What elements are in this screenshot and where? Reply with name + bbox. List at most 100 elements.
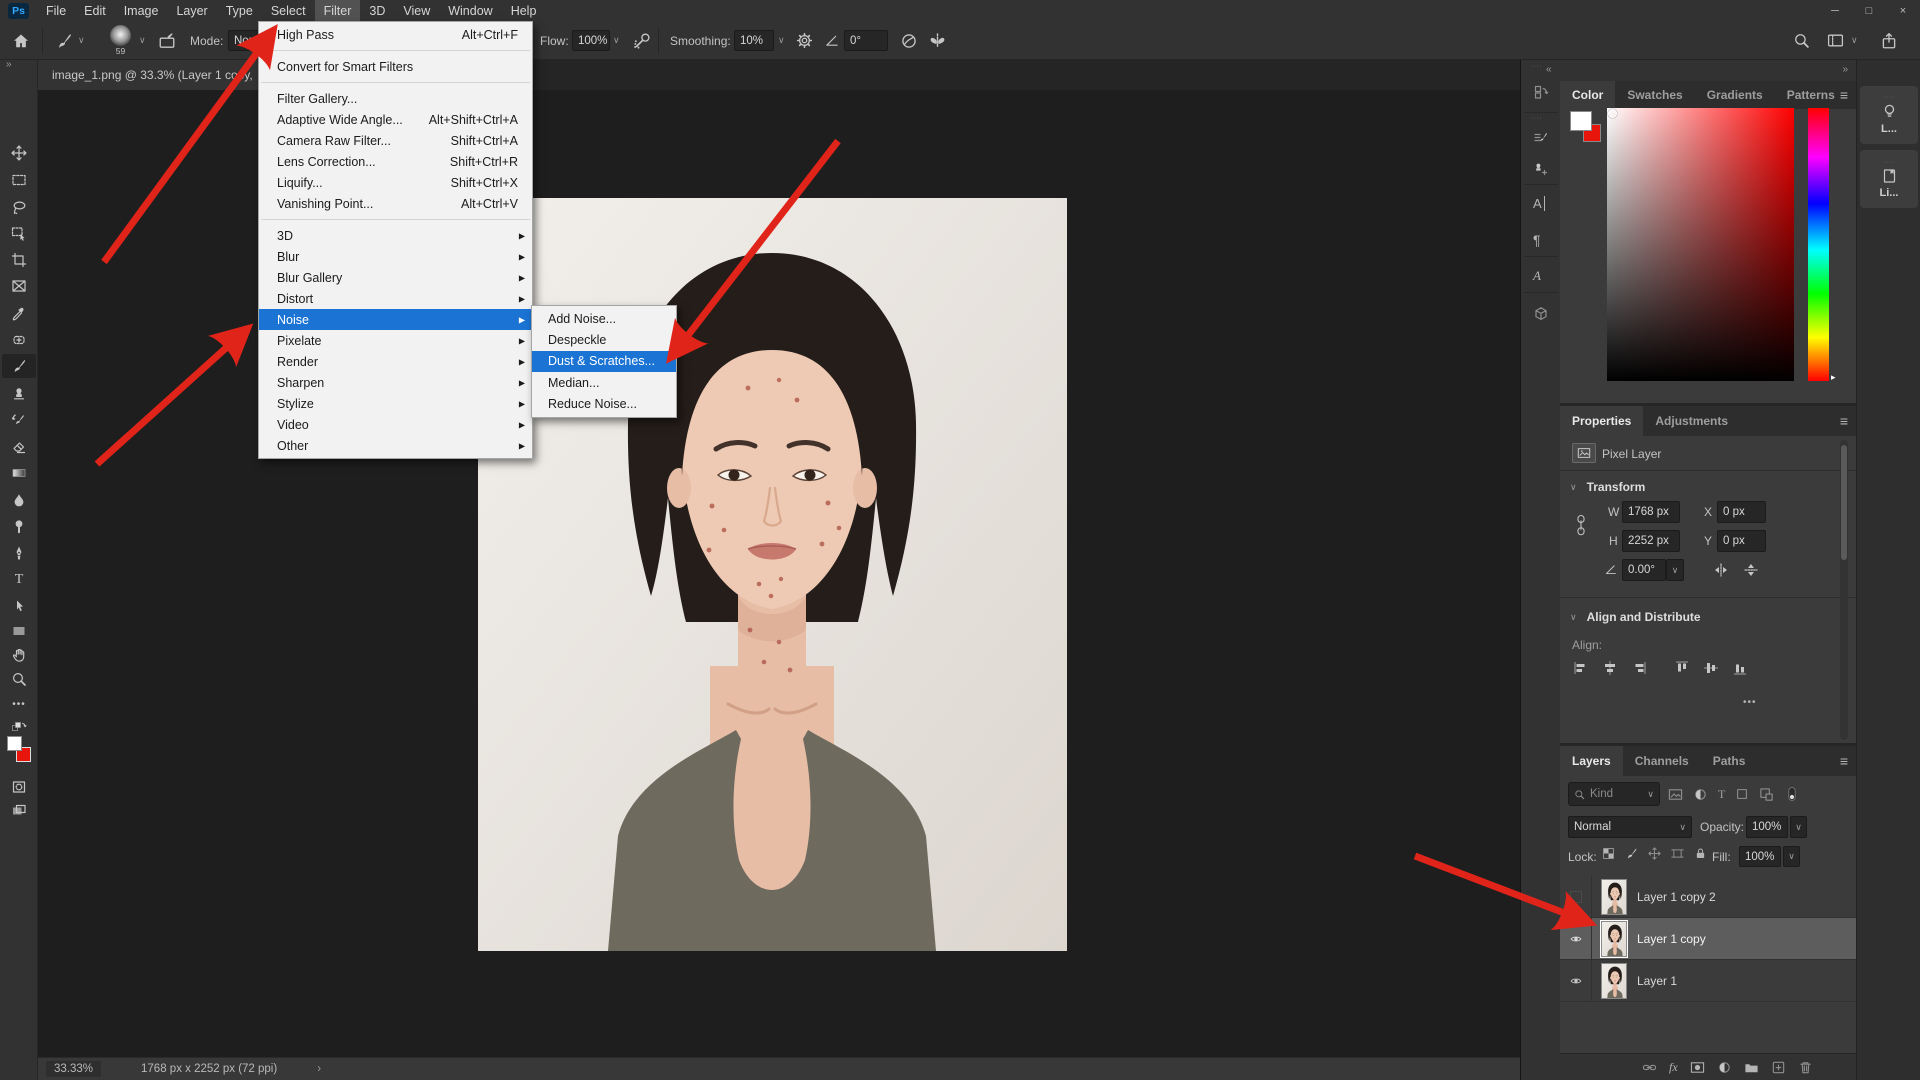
brush-angle[interactable] <box>824 22 839 59</box>
hand-tool[interactable] <box>11 647 27 663</box>
foreground-color-swatch[interactable] <box>7 736 22 751</box>
menu-item-filter-gallery[interactable]: Filter Gallery... <box>259 88 532 109</box>
brush-settings-panel-button[interactable] <box>1533 130 1549 146</box>
menu-item-liquify[interactable]: Liquify...Shift+Ctrl+X <box>259 172 532 193</box>
brush-tool-preset[interactable]: ∨ <box>55 22 85 59</box>
tab-layers[interactable]: Layers <box>1560 746 1623 776</box>
visibility-toggle[interactable] <box>1560 918 1592 960</box>
new-layer-icon[interactable] <box>1771 1060 1786 1075</box>
menu-item-sharpen[interactable]: Sharpen▶ <box>259 372 532 393</box>
smoothing-input[interactable]: 10% <box>734 30 774 51</box>
zoom-tool[interactable] <box>11 671 27 687</box>
brush-size-picker[interactable]: 59 <box>110 22 131 59</box>
lock-all-icon[interactable] <box>1694 847 1707 860</box>
layer-row-selected[interactable]: Layer 1 copy <box>1560 918 1856 960</box>
toolbar-expand-icon[interactable]: » <box>6 59 12 70</box>
smoothing-chevron[interactable]: ∨ <box>778 22 785 59</box>
filter-image-icon[interactable] <box>1668 787 1683 802</box>
submenu-item-despeckle[interactable]: Despeckle <box>532 329 676 350</box>
menu-item-other[interactable]: Other▶ <box>259 435 532 456</box>
menu-item-3d[interactable]: 3D▶ <box>259 225 532 246</box>
menu-item-noise[interactable]: Noise▶ <box>259 309 532 330</box>
3d-panel-button[interactable] <box>1533 306 1549 322</box>
menu-item-video[interactable]: Video▶ <box>259 414 532 435</box>
menu-item-high-pass[interactable]: High PassAlt+Ctrl+F <box>259 24 532 45</box>
menu-help[interactable]: Help <box>502 0 546 22</box>
menu-edit[interactable]: Edit <box>75 0 115 22</box>
lock-position-icon[interactable] <box>1648 847 1661 860</box>
align-left-icon[interactable] <box>1573 660 1589 676</box>
crop-tool[interactable] <box>11 252 27 268</box>
eyedropper-tool[interactable] <box>11 305 27 321</box>
submenu-item-dust-and-scratches[interactable]: Dust & Scratches... <box>532 351 676 372</box>
align-middle-vertical-icon[interactable] <box>1703 660 1719 676</box>
search-button[interactable] <box>1793 22 1810 59</box>
minimize-button[interactable]: ─ <box>1818 0 1852 22</box>
healing-brush-tool[interactable] <box>11 332 27 348</box>
menu-item-camera-raw-filter[interactable]: Camera Raw Filter...Shift+Ctrl+A <box>259 130 532 151</box>
filter-smart-object-icon[interactable] <box>1759 787 1774 802</box>
history-brush-tool[interactable] <box>11 412 27 428</box>
menu-file[interactable]: File <box>37 0 75 22</box>
opacity-input[interactable]: 100% <box>1746 816 1788 838</box>
menu-image[interactable]: Image <box>115 0 168 22</box>
layer-filter-search[interactable]: Kind ∨ <box>1568 782 1660 806</box>
menu-layer[interactable]: Layer <box>167 0 216 22</box>
tab-paths[interactable]: Paths <box>1701 746 1758 776</box>
tab-swatches[interactable]: Swatches <box>1615 81 1694 109</box>
clone-source-panel-button[interactable] <box>1533 160 1549 176</box>
document-tab[interactable]: image_1.png @ 33.3% (Layer 1 copy, <box>38 60 268 90</box>
align-right-icon[interactable] <box>1631 660 1647 676</box>
menu-window[interactable]: Window <box>439 0 501 22</box>
layer-effects-icon[interactable]: fx <box>1669 1060 1678 1075</box>
layer-name[interactable]: Layer 1 copy <box>1637 932 1706 946</box>
layer-row[interactable]: Layer 1 copy 2 <box>1560 876 1856 918</box>
brush-tool[interactable] <box>11 358 27 374</box>
visibility-toggle[interactable] <box>1560 960 1592 1002</box>
tab-gradients[interactable]: Gradients <box>1695 81 1775 109</box>
photoshop-logo-icon[interactable]: Ps <box>8 3 29 19</box>
panel-menu-icon[interactable]: ≡ <box>1840 406 1848 436</box>
align-more-button[interactable]: ••• <box>1743 697 1757 708</box>
align-center-horizontal-icon[interactable] <box>1602 660 1618 676</box>
layer-thumbnail[interactable] <box>1601 963 1627 999</box>
shape-tool[interactable] <box>11 623 27 639</box>
menu-3d[interactable]: 3D <box>360 0 394 22</box>
toggle-brush-panel-button[interactable] <box>158 22 176 59</box>
menu-item-distort[interactable]: Distort▶ <box>259 288 532 309</box>
tab-adjustments[interactable]: Adjustments <box>1643 406 1740 436</box>
properties-scrollbar[interactable] <box>1840 440 1848 740</box>
fill-dropdown[interactable]: ∨ <box>1783 846 1800 867</box>
hue-slider[interactable] <box>1808 108 1829 381</box>
workspace-switcher[interactable]: ∨ <box>1826 22 1858 59</box>
x-input[interactable]: 0 px <box>1717 501 1766 523</box>
menu-item-convert-smart-filters[interactable]: Convert for Smart Filters <box>259 56 532 77</box>
menu-type[interactable]: Type <box>217 0 262 22</box>
paragraph-panel-button[interactable]: ¶ <box>1533 232 1549 248</box>
menu-item-render[interactable]: Render▶ <box>259 351 532 372</box>
type-tool[interactable]: T <box>11 572 27 588</box>
menu-item-adaptive-wide-angle[interactable]: Adaptive Wide Angle...Alt+Shift+Ctrl+A <box>259 109 532 130</box>
align-bottom-icon[interactable] <box>1732 660 1748 676</box>
flow-chevron[interactable]: ∨ <box>613 22 620 59</box>
object-selection-tool[interactable] <box>11 225 27 241</box>
tab-channels[interactable]: Channels <box>1623 746 1701 776</box>
collapse-panels-icon[interactable]: » <box>1842 64 1848 75</box>
fill-input[interactable]: 100% <box>1739 846 1781 867</box>
smoothing-options-button[interactable] <box>796 22 813 59</box>
maximize-button[interactable]: □ <box>1852 0 1886 22</box>
version-history-panel-button[interactable] <box>1533 84 1549 100</box>
layer-name[interactable]: Layer 1 <box>1637 974 1677 988</box>
home-button[interactable] <box>12 22 30 59</box>
color-foreground-swatch[interactable] <box>1570 111 1592 131</box>
pen-tool[interactable] <box>11 545 27 561</box>
frame-tool[interactable] <box>11 278 27 294</box>
airbrush-button[interactable] <box>633 22 651 59</box>
tab-color[interactable]: Color <box>1560 81 1615 109</box>
layer-thumbnail[interactable] <box>1601 879 1627 915</box>
lock-transparency-icon[interactable] <box>1602 847 1615 860</box>
collapse-left-icon[interactable]: « <box>1546 64 1552 75</box>
scrollbar-thumb[interactable] <box>1841 445 1847 560</box>
constrain-proportions-link[interactable] <box>1574 512 1588 540</box>
menu-item-stylize[interactable]: Stylize▶ <box>259 393 532 414</box>
